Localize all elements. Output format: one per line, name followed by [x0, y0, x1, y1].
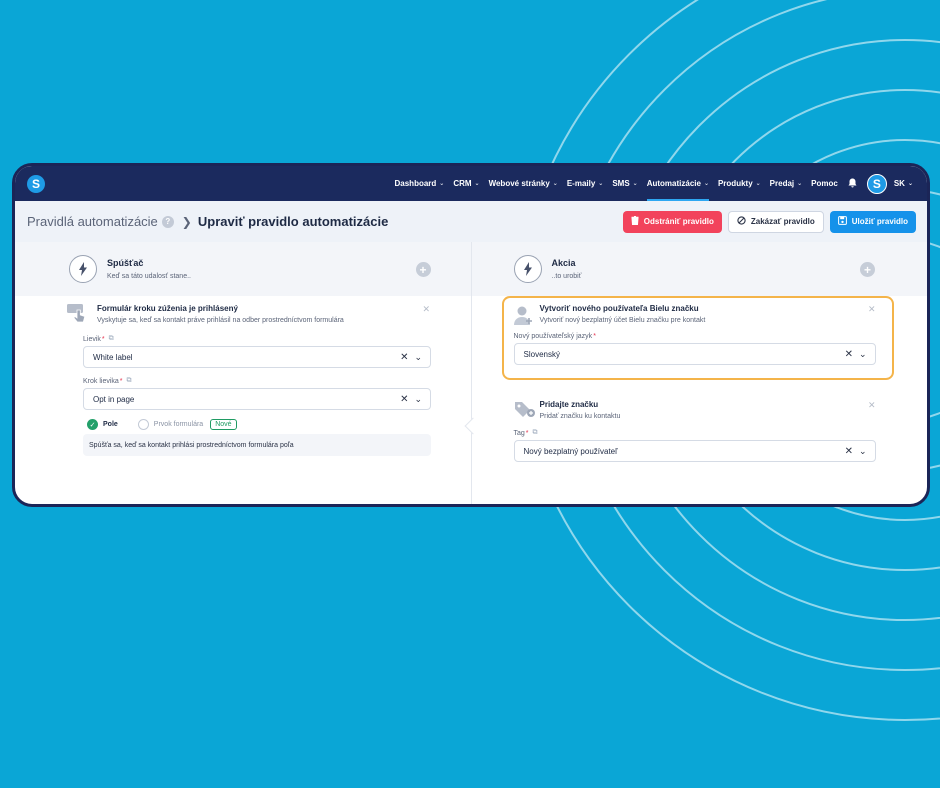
close-icon[interactable]: ✕ — [422, 304, 430, 315]
trigger-hint: Spúšťa sa, keď sa kontakt prihlási prost… — [83, 434, 431, 456]
chevron-right-icon: ❯ — [181, 214, 192, 229]
trigger-card-title: Formulár kroku zúženia je prihlásený — [97, 304, 238, 313]
new-badge: Nové — [210, 419, 237, 430]
add-user-icon — [513, 305, 534, 332]
user-language-field-label: Nový používateľský jazyk * — [513, 333, 596, 340]
user-language-select[interactable]: Slovenský ✕ ⌄ — [513, 343, 876, 365]
trigger-card: Formulár kroku zúženia je prihlásený Vys… — [67, 304, 431, 456]
chevron-down-icon: ⌄ — [703, 181, 709, 187]
rule-editor: Spúšťač Keď sa táto udalosť stane.. + Fo… — [15, 242, 927, 504]
close-icon[interactable]: ✕ — [868, 304, 876, 315]
page-header: Pravidlá automatizácie ? ❯ Upraviť pravi… — [15, 201, 927, 242]
nav-item-sales[interactable]: Predaj ⌄ — [770, 166, 803, 201]
radio-form-element-label[interactable]: Prvok formulára — [154, 421, 203, 428]
chevron-down-icon[interactable]: ⌄ — [414, 394, 422, 405]
nav-menu: Dashboard ⌄ CRM ⌄ Webové stránky ⌄ E-maily ⌄… — [386, 166, 913, 201]
chevron-down-icon: ⌄ — [474, 181, 480, 187]
top-navigation: S Dashboard ⌄ CRM ⌄ Webové stránky ⌄ E-mail… — [15, 166, 927, 201]
trigger-column: Spúšťač Keď sa táto udalosť stane.. + Fo… — [15, 242, 472, 504]
funnel-field-label: Lievik * ⧉ — [83, 335, 114, 343]
bell-icon[interactable] — [848, 178, 857, 190]
close-icon[interactable]: ✕ — [868, 400, 876, 411]
nav-item-crm[interactable]: CRM ⌄ — [453, 166, 479, 201]
clear-icon[interactable]: ✕ — [400, 352, 408, 363]
external-link-icon[interactable]: ⧉ — [109, 335, 114, 343]
trigger-card-description: Vyskytuje sa, keď sa kontakt práve prihl… — [97, 317, 344, 324]
save-rule-button[interactable]: Uložiť pravidlo — [829, 210, 916, 233]
chevron-down-icon[interactable]: ⌄ — [414, 352, 422, 363]
page-title: Upraviť pravidlo automatizácie — [197, 214, 389, 229]
ban-icon — [737, 216, 746, 227]
create-user-action-card: Vytvoriť nového používateľa Bielu značku… — [513, 304, 876, 365]
breadcrumb-root-link[interactable]: Pravidlá automatizácie — [27, 214, 158, 229]
chevron-down-icon: ⌄ — [797, 181, 803, 187]
trigger-subtitle: Keď sa táto udalosť stane.. — [107, 273, 191, 280]
chevron-down-icon: ⌄ — [439, 181, 445, 187]
add-action-plus-icon[interactable]: + — [860, 262, 875, 277]
save-icon — [837, 216, 847, 227]
action-column: Akcia ..to urobiť + Vytvoriť nového použ… — [471, 242, 927, 504]
app-window: S Dashboard ⌄ CRM ⌄ Webové stránky ⌄ E-mail… — [12, 163, 930, 507]
chevron-down-icon: ⌄ — [755, 181, 761, 187]
add-tag-card-description: Pridať značku ku kontaktu — [539, 413, 621, 420]
trash-icon — [631, 215, 639, 227]
nav-item-help[interactable]: Pomoc — [811, 166, 838, 201]
nav-item-sms[interactable]: SMS ⌄ — [612, 166, 637, 201]
hand-pointer-icon — [67, 304, 89, 329]
action-title: Akcia — [551, 258, 576, 268]
breadcrumb: Pravidlá automatizácie ? ❯ Upraviť pravi… — [27, 214, 388, 229]
chevron-down-icon[interactable]: ⌄ — [859, 349, 867, 360]
chevron-down-icon: ⌄ — [598, 181, 604, 187]
language-switcher[interactable]: SK ⌄ — [894, 179, 913, 188]
radio-form-element[interactable] — [137, 419, 149, 430]
nav-item-websites[interactable]: Webové stránky ⌄ — [489, 166, 558, 201]
source-radio-group: ✓ Pole Prvok formulára Nové — [87, 419, 431, 430]
funnel-step-select[interactable]: Opt in page ✕ ⌄ — [83, 388, 431, 410]
lightning-icon — [513, 255, 542, 283]
tag-icon — [514, 401, 536, 424]
create-user-card-description: Vytvoriť nový bezplatný účet Bielu značk… — [539, 317, 706, 324]
avatar[interactable]: S — [866, 173, 887, 194]
trigger-header: Spúšťač Keď sa táto udalosť stane.. + — [15, 242, 471, 296]
funnel-select[interactable]: White label ✕ ⌄ — [83, 346, 431, 368]
help-icon[interactable]: ? — [161, 215, 174, 228]
create-user-card-title: Vytvoriť nového používateľa Bielu značku — [539, 304, 699, 313]
action-subtitle: ..to urobiť — [551, 273, 582, 280]
radio-field-label[interactable]: Pole — [103, 421, 118, 428]
funnel-step-field-label: Krok lievika * ⧉ — [83, 377, 132, 385]
external-link-icon[interactable]: ⧉ — [533, 429, 538, 437]
clear-icon[interactable]: ✕ — [845, 349, 853, 360]
chevron-down-icon[interactable]: ⌄ — [859, 446, 867, 457]
tag-select[interactable]: Nový bezplatný používateľ ✕ ⌄ — [513, 440, 876, 462]
nav-item-products[interactable]: Produkty ⌄ — [718, 166, 761, 201]
chevron-down-icon: ⌄ — [632, 181, 638, 187]
delete-rule-button[interactable]: Odstrániť pravidlo — [622, 210, 722, 233]
nav-item-emails[interactable]: E-maily ⌄ — [567, 166, 604, 201]
add-trigger-plus-icon[interactable]: + — [415, 262, 431, 277]
add-tag-card-title: Pridajte značku — [539, 400, 599, 409]
chevron-down-icon: ⌄ — [907, 181, 913, 187]
nav-item-dashboard[interactable]: Dashboard ⌄ — [395, 166, 445, 201]
chevron-down-icon: ⌄ — [552, 181, 558, 187]
app-logo[interactable]: S — [27, 174, 45, 193]
radio-field-checked[interactable]: ✓ — [87, 419, 98, 430]
add-tag-action-card: Pridajte značku Pridať značku ku kontakt… — [513, 400, 876, 462]
disable-rule-button[interactable]: Zakázať pravidlo — [727, 210, 824, 233]
action-header: Akcia ..to urobiť + — [471, 242, 927, 296]
tag-field-label: Tag * ⧉ — [513, 429, 538, 437]
clear-icon[interactable]: ✕ — [400, 394, 408, 405]
trigger-title: Spúšťač — [107, 258, 144, 268]
clear-icon[interactable]: ✕ — [845, 446, 853, 457]
external-link-icon[interactable]: ⧉ — [127, 377, 132, 385]
lightning-icon — [69, 255, 97, 283]
nav-item-automations[interactable]: Automatizácie ⌄ — [646, 166, 710, 201]
